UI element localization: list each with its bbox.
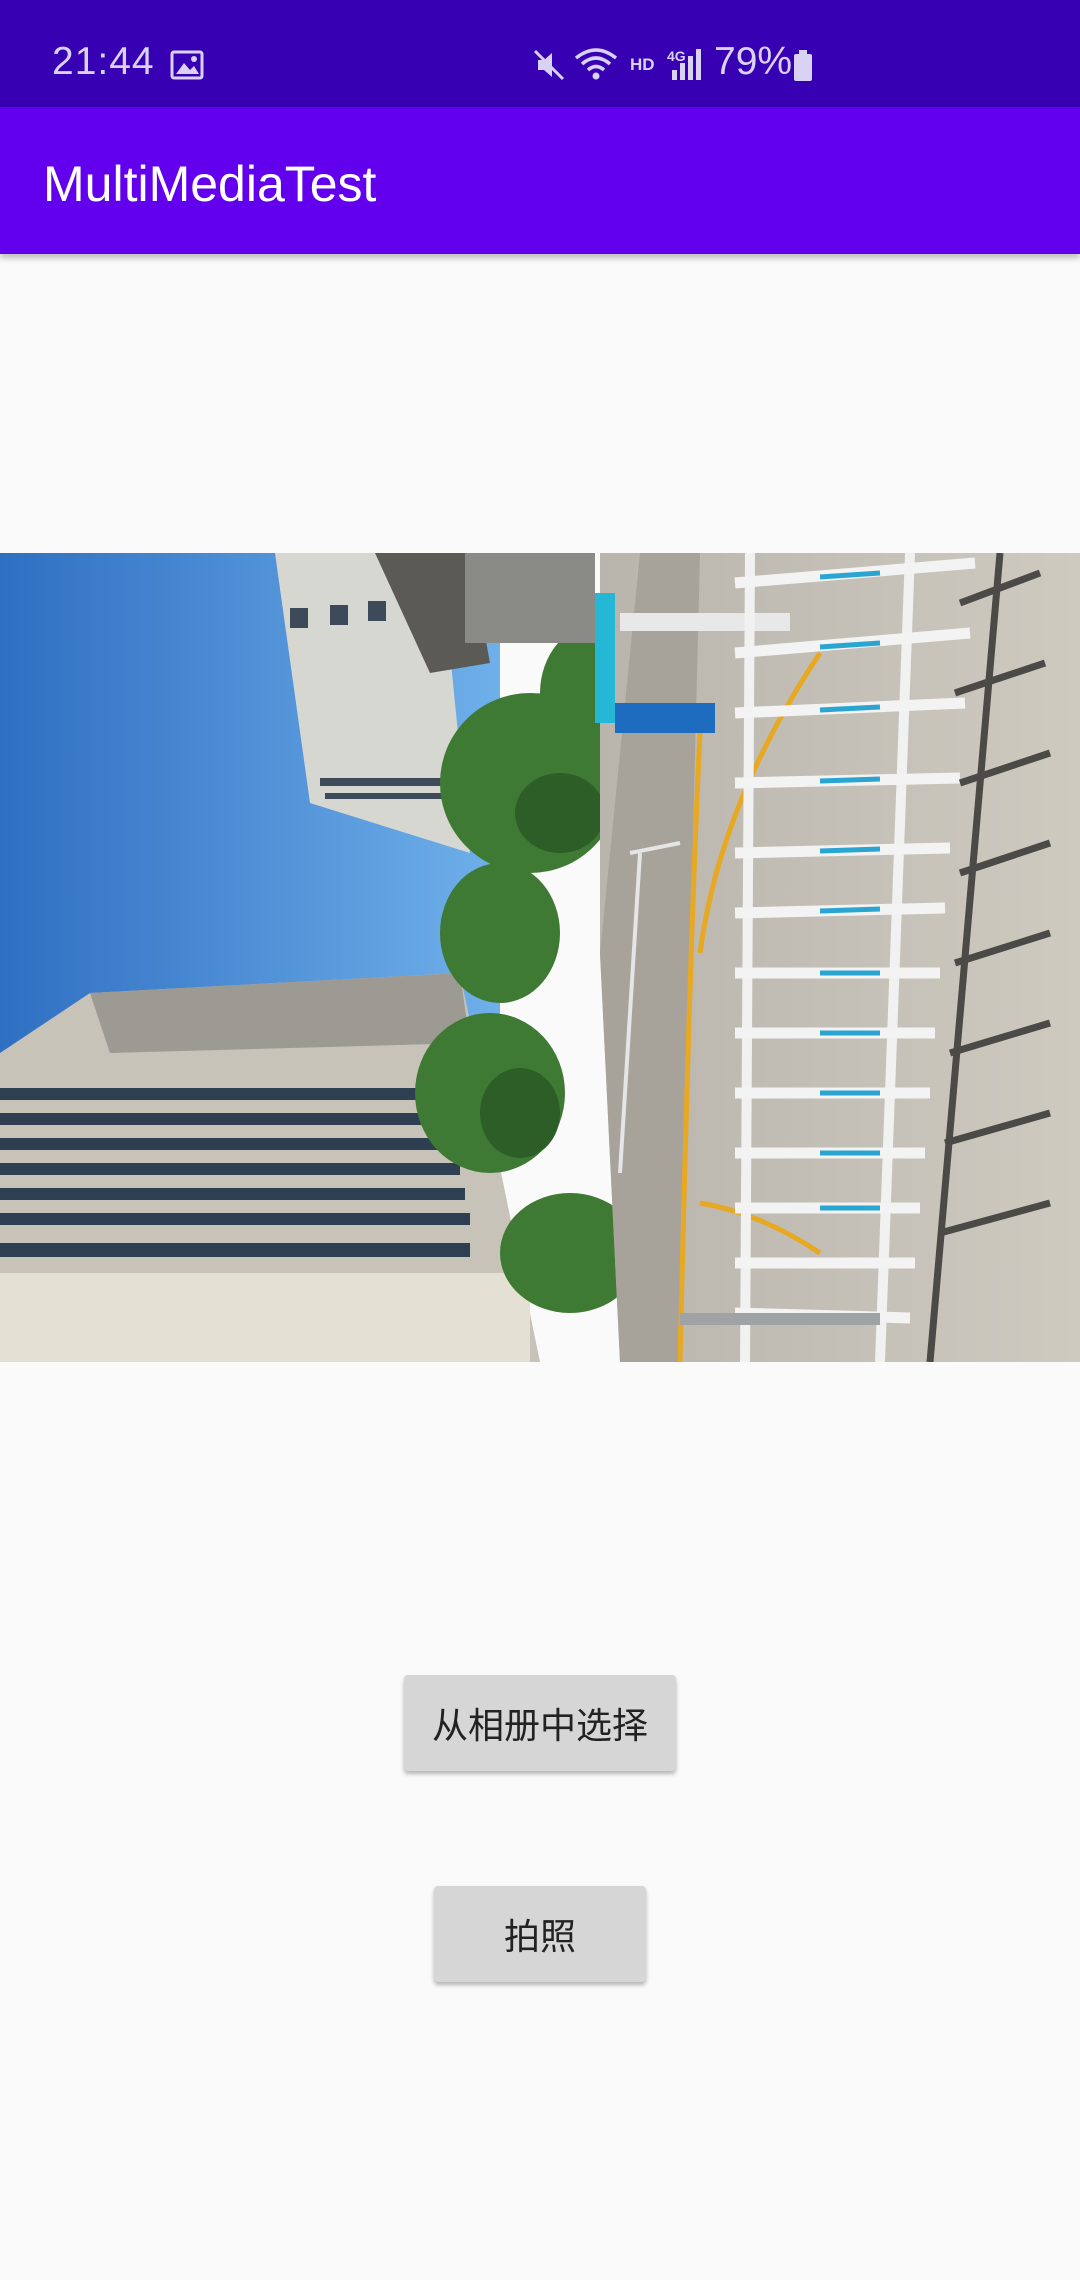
app-title: MultiMediaTest — [43, 156, 377, 212]
hd-label: HD — [630, 55, 655, 74]
photo-image — [0, 553, 1080, 1362]
status-time: 21:44 — [52, 40, 155, 83]
status-bar: 21:44 HD 4G 79% — [0, 0, 1080, 107]
choose-from-album-button[interactable]: 从相册中选择 — [404, 1675, 676, 1771]
battery-icon — [793, 50, 813, 87]
take-photo-button[interactable]: 拍照 — [434, 1886, 646, 1982]
wifi-icon — [574, 46, 618, 87]
gallery-icon — [170, 50, 204, 85]
mute-icon — [532, 48, 566, 87]
network-label: 4G — [667, 48, 686, 64]
battery-percent: 79% — [714, 40, 793, 83]
app-bar: MultiMediaTest — [0, 107, 1080, 254]
